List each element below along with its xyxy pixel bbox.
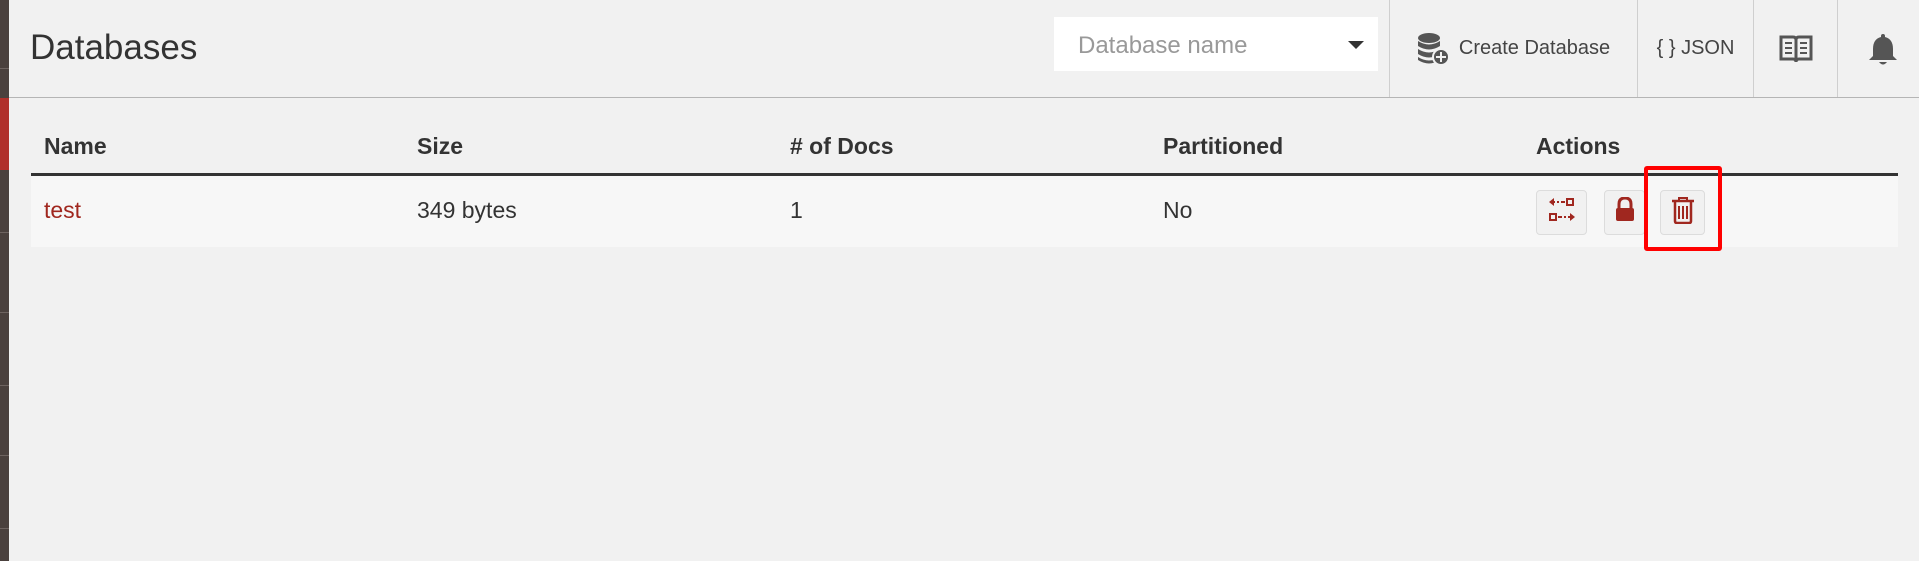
replicate-button[interactable]	[1536, 190, 1587, 235]
json-label: { } JSON	[1656, 37, 1735, 59]
column-header-actions: Actions	[1536, 133, 1621, 159]
column-header-size[interactable]: Size	[417, 133, 463, 160]
database-partitioned: No	[1163, 197, 1193, 223]
notifications-button[interactable]	[1837, 0, 1919, 97]
column-header-name[interactable]: Name	[44, 133, 107, 160]
sidebar-divider	[0, 312, 9, 313]
database-search-select[interactable]: Database name	[1054, 17, 1378, 71]
bell-icon	[1868, 32, 1898, 66]
permissions-button[interactable]	[1604, 190, 1645, 235]
database-plus-icon	[1417, 32, 1449, 66]
create-database-label: Create Database	[1458, 37, 1611, 59]
lock-icon	[1614, 196, 1636, 228]
table-header: Name Size # of Docs Partitioned Actions	[31, 128, 1898, 176]
sidebar-divider	[0, 68, 9, 69]
column-header-docs[interactable]: # of Docs	[790, 133, 894, 160]
sidebar-active-item[interactable]	[0, 98, 9, 170]
sidebar-divider	[0, 232, 9, 233]
chevron-down-icon	[1348, 41, 1364, 49]
sidebar-divider	[0, 528, 9, 529]
delete-highlight-box	[1644, 166, 1722, 251]
databases-table: Name Size # of Docs Partitioned Actions …	[31, 128, 1898, 251]
documentation-button[interactable]	[1753, 0, 1837, 97]
database-name-link[interactable]: test	[44, 197, 81, 224]
table-row: test 349 bytes 1 No	[31, 166, 1898, 251]
page-header: Databases Database name Create Database …	[9, 0, 1919, 98]
database-search-placeholder: Database name	[1078, 32, 1248, 59]
book-icon	[1779, 34, 1813, 64]
sidebar-divider	[0, 455, 9, 456]
sidebar-strip	[0, 0, 9, 561]
create-database-button[interactable]: Create Database	[1389, 0, 1637, 97]
database-doc-count: 1	[790, 197, 803, 223]
sidebar-divider	[0, 385, 9, 386]
column-header-partitioned[interactable]: Partitioned	[1163, 133, 1283, 160]
json-button[interactable]: { } JSON	[1637, 0, 1753, 97]
page-title: Databases	[30, 28, 198, 67]
replicate-icon	[1547, 197, 1577, 228]
database-size: 349 bytes	[417, 197, 517, 223]
